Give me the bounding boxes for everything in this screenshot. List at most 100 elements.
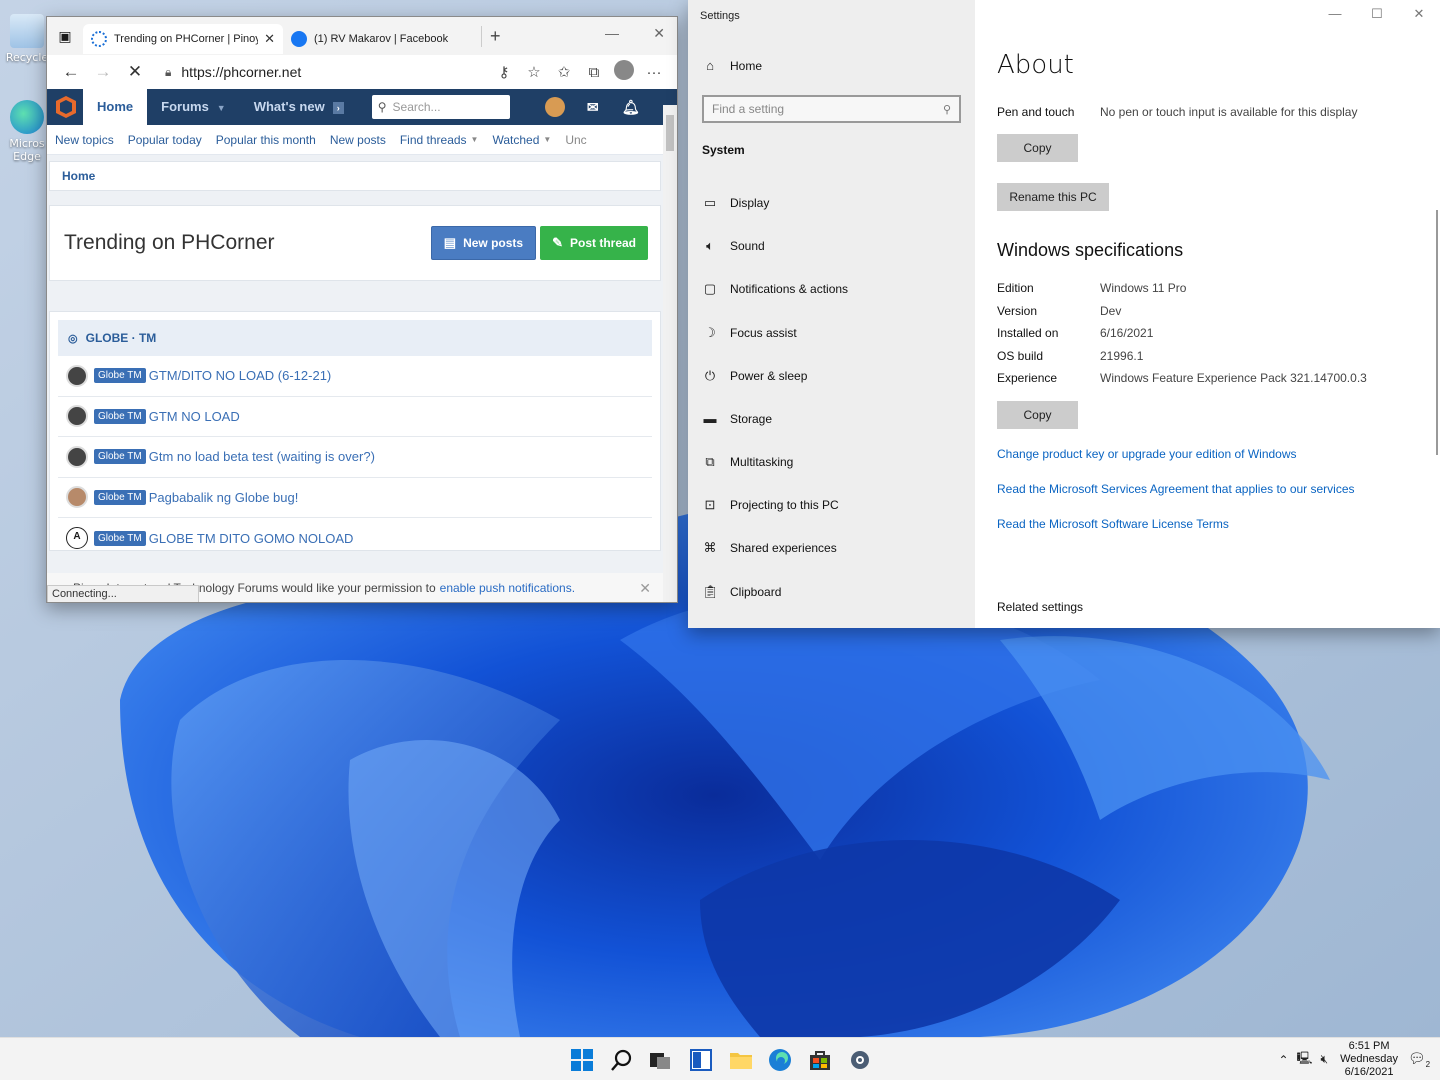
- subnav-find-threads[interactable]: Find threads: [400, 133, 467, 147]
- forward-icon[interactable]: →: [87, 62, 119, 82]
- change-product-key-link[interactable]: Change product key or upgrade your editi…: [997, 447, 1297, 461]
- add-favorite-icon[interactable]: ☆: [519, 63, 549, 81]
- close-tab-icon[interactable]: ✕: [264, 31, 275, 47]
- thread-row[interactable]: Globe TM GTM NO LOAD: [58, 397, 652, 437]
- minimize-button[interactable]: —: [1314, 6, 1356, 22]
- subnav-watched[interactable]: Watched: [492, 133, 539, 147]
- site-tab-home[interactable]: Home: [83, 89, 148, 125]
- url-field[interactable]: 🔒︎ https://phcorner.net: [157, 59, 483, 85]
- new-tab-button[interactable]: +: [481, 25, 501, 47]
- thread-list: ◎ GLOBE · TM Globe TM GTM/DITO NO LOAD (6…: [49, 311, 661, 551]
- copy-device-specs-button[interactable]: Copy: [997, 134, 1078, 162]
- maximize-button[interactable]: ☐: [1356, 6, 1398, 22]
- more-menu-icon[interactable]: ···: [639, 64, 669, 81]
- thread-title[interactable]: GTM/DITO NO LOAD (6-12-21): [149, 368, 332, 383]
- thread-row[interactable]: Globe TM Pagbabalik ng Globe bug!: [58, 478, 652, 518]
- window-controls: — ☐ ✕: [1314, 6, 1440, 22]
- settings-nav-power[interactable]: ⏻ Power & sleep: [702, 368, 808, 384]
- start-icon[interactable]: [570, 1048, 594, 1072]
- settings-home[interactable]: ⌂ Home: [702, 58, 762, 73]
- subnav-new-topics[interactable]: New topics: [55, 133, 114, 147]
- settings-nav-sound[interactable]: 🔈︎ Sound: [702, 238, 765, 254]
- settings-nav-shared[interactable]: ⌘ Shared experiences: [702, 540, 837, 556]
- nav-label: Focus assist: [730, 326, 797, 340]
- thread-title[interactable]: Pagbabalik ng Globe bug!: [149, 490, 299, 505]
- enable-push-link[interactable]: enable push notifications.: [440, 581, 575, 595]
- inbox-icon[interactable]: ✉: [574, 99, 612, 116]
- settings-nav-display[interactable]: ▭ Display: [702, 195, 770, 211]
- chevron-up-icon[interactable]: ⌃: [1278, 1053, 1288, 1067]
- spec-row: Installed on 6/16/2021: [997, 326, 1153, 340]
- profile-avatar[interactable]: [609, 60, 639, 84]
- close-icon[interactable]: ✕: [639, 580, 651, 597]
- settings-sidebar: Settings ⌂ Home Find a setting ⚲ System ▭…: [688, 0, 975, 628]
- store-icon[interactable]: [808, 1048, 832, 1072]
- key-icon[interactable]: ⚷: [489, 63, 519, 81]
- tab-phcorner[interactable]: Trending on PHCorner | Pinoy ✕: [83, 24, 283, 54]
- settings-nav-notifications[interactable]: ▢ Notifications & actions: [702, 281, 848, 297]
- post-thread-button[interactable]: ✎ Post thread: [540, 226, 648, 260]
- clock[interactable]: 6:51 PM Wednesday 6/16/2021: [1340, 1040, 1398, 1079]
- recycle-bin-icon[interactable]: Recycle: [4, 14, 50, 64]
- new-posts-button[interactable]: ▤ New posts: [430, 226, 537, 260]
- subnav-unc[interactable]: Unc: [565, 133, 586, 147]
- clock-date: 6/16/2021: [1344, 1066, 1394, 1078]
- thread-title[interactable]: Gtm no load beta test (waiting is over?): [149, 449, 375, 464]
- file-explorer-icon[interactable]: [729, 1048, 753, 1072]
- close-window-button[interactable]: ✕: [653, 25, 665, 42]
- site-tab-whats-new[interactable]: What's new ›: [240, 89, 358, 125]
- network-icon[interactable]: 🖳︎: [1297, 1049, 1313, 1070]
- site-search-input[interactable]: ⚲ Search...: [371, 95, 510, 119]
- spec-row: Experience Windows Feature Experience Pac…: [997, 371, 1367, 385]
- settings-nav-storage[interactable]: ▬ Storage: [702, 411, 773, 426]
- tab-actions-icon[interactable]: ▣: [47, 28, 83, 45]
- settings-nav-clipboard[interactable]: 📋︎ Clipboard: [702, 584, 781, 600]
- settings-icon[interactable]: [848, 1048, 872, 1072]
- find-setting-input[interactable]: Find a setting ⚲: [702, 95, 961, 123]
- edge-shortcut-icon[interactable]: Micros Edge: [4, 100, 50, 163]
- thread-row[interactable]: Globe TM GTM/DITO NO LOAD (6-12-21): [58, 356, 652, 397]
- search-icon[interactable]: [610, 1048, 634, 1072]
- site-header: Home Forums ▼ What's new › ⚲ Search... ✉ 🔔…: [47, 89, 677, 125]
- scrollbar[interactable]: [1436, 210, 1438, 455]
- subnav-new-posts[interactable]: New posts: [330, 133, 386, 147]
- close-window-button[interactable]: ✕: [1398, 6, 1440, 22]
- settings-nav-projecting[interactable]: ⊡ Projecting to this PC: [702, 497, 839, 513]
- widgets-icon[interactable]: [689, 1048, 713, 1072]
- collections-icon[interactable]: ⧉: [579, 64, 609, 81]
- phcorner-logo[interactable]: [49, 89, 83, 125]
- thread-row[interactable]: A Globe TM GLOBE TM DITO GOMO NOLOAD: [58, 518, 652, 550]
- license-terms-link[interactable]: Read the Microsoft Software License Term…: [997, 517, 1229, 531]
- services-agreement-link[interactable]: Read the Microsoft Services Agreement th…: [997, 482, 1355, 496]
- breadcrumb[interactable]: Home: [49, 161, 661, 191]
- clipboard-icon: 📋︎: [702, 584, 719, 599]
- favorites-icon[interactable]: ✩: [549, 63, 579, 81]
- edit-icon: ✎: [552, 235, 563, 250]
- stop-loading-icon[interactable]: ✕: [119, 62, 151, 82]
- user-avatar[interactable]: [536, 97, 574, 117]
- thread-title[interactable]: GLOBE TM DITO GOMO NOLOAD: [149, 531, 354, 546]
- copy-windows-specs-button[interactable]: Copy: [997, 401, 1078, 429]
- edge-icon[interactable]: [768, 1048, 792, 1072]
- thread-row[interactable]: Globe TM Gtm no load beta test (waiting i…: [58, 437, 652, 478]
- settings-app-title: Settings: [700, 10, 740, 22]
- volume-muted-icon[interactable]: 🔇︎: [1321, 1052, 1329, 1067]
- scrollbar[interactable]: [663, 105, 677, 602]
- settings-nav-multitasking[interactable]: ⧉ Multitasking: [702, 454, 793, 470]
- subnav-popular-month[interactable]: Popular this month: [216, 133, 316, 147]
- breadcrumb-home[interactable]: Home: [62, 169, 95, 183]
- minimize-button[interactable]: —: [605, 25, 619, 41]
- spec-key: Version: [997, 304, 1038, 318]
- thread-title[interactable]: GTM NO LOAD: [149, 409, 240, 424]
- rename-pc-button[interactable]: Rename this PC: [997, 183, 1109, 211]
- scrollbar-thumb[interactable]: [666, 115, 674, 151]
- status-bar: Connecting...: [47, 585, 199, 602]
- tab-facebook[interactable]: (1) RV Makarov | Facebook: [283, 24, 473, 54]
- back-icon[interactable]: ←: [55, 62, 87, 82]
- subnav-popular-today[interactable]: Popular today: [128, 133, 202, 147]
- bell-icon[interactable]: 🔔︎: [612, 99, 650, 116]
- site-tab-forums[interactable]: Forums ▼: [147, 89, 240, 125]
- notifications-icon[interactable]: 💬︎2: [1406, 1050, 1432, 1069]
- settings-nav-focus-assist[interactable]: ☽ Focus assist: [702, 325, 797, 341]
- task-view-icon[interactable]: [648, 1048, 672, 1072]
